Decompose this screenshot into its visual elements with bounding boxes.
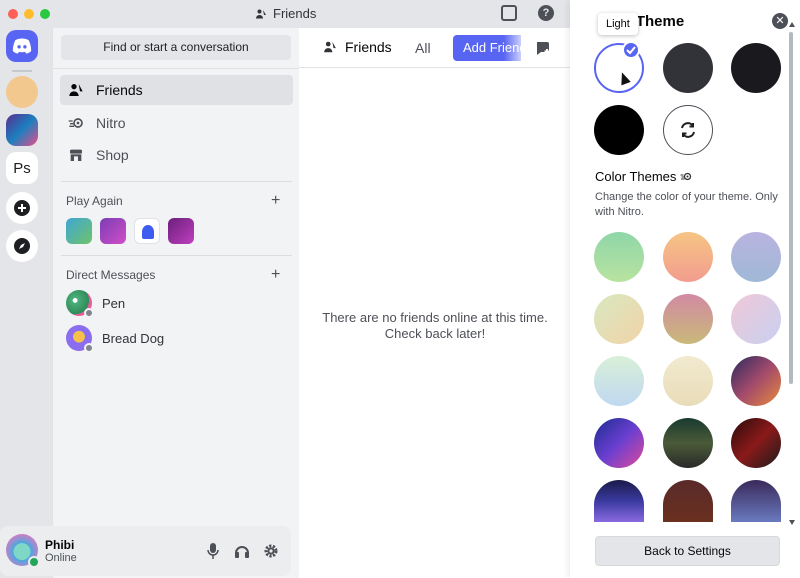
friends-icon [324, 41, 336, 53]
minimize-window-button[interactable] [24, 9, 34, 19]
window-title: Friends [255, 6, 316, 21]
theme-swatch-onyx[interactable] [594, 105, 644, 155]
color-theme-swatch[interactable] [731, 418, 781, 468]
close-window-button[interactable] [8, 9, 18, 19]
play-again-heading: Play Again [66, 194, 123, 208]
game-icon[interactable] [66, 218, 92, 244]
friends-icon [256, 9, 266, 18]
tab-all[interactable]: All [415, 40, 431, 56]
theme-swatch-ash[interactable] [663, 43, 713, 93]
theme-panel: w Theme Light ✕ Color Themes Change the … [570, 0, 800, 578]
create-dm-icon[interactable]: + [271, 267, 280, 283]
direct-messages-heading: Direct Messages [66, 268, 156, 282]
avatar [66, 325, 94, 353]
avatar [66, 290, 94, 318]
color-theme-swatch[interactable] [663, 294, 713, 344]
status-online-icon [28, 556, 40, 568]
zoom-window-button[interactable] [40, 9, 50, 19]
add-friend-button[interactable]: Add Friend [453, 35, 521, 61]
inbox-icon[interactable] [501, 5, 517, 21]
color-theme-swatch[interactable] [731, 480, 781, 522]
game-icon[interactable] [134, 218, 160, 244]
sidebar-item-shop[interactable]: Shop [60, 140, 293, 170]
headphones-icon[interactable] [233, 542, 251, 560]
ps-server-icon[interactable]: Ps [6, 152, 38, 184]
theme-tooltip: Light [598, 13, 638, 35]
check-icon [622, 41, 640, 59]
friends-header-title: Friends [323, 39, 392, 55]
color-themes-description: Change the color of your theme. Only wit… [595, 191, 778, 218]
color-theme-swatch[interactable] [594, 294, 644, 344]
color-theme-swatch[interactable] [663, 480, 713, 522]
discord-home-icon[interactable] [6, 30, 38, 62]
game-icon[interactable] [100, 218, 126, 244]
color-theme-swatch[interactable] [663, 232, 713, 282]
title-bar: Friends ? [0, 0, 570, 28]
color-theme-swatch[interactable] [663, 356, 713, 406]
close-icon[interactable]: ✕ [772, 13, 788, 29]
dm-item-pen[interactable]: Pen [60, 286, 293, 320]
shop-icon [70, 149, 82, 161]
nitro-icon [680, 172, 692, 181]
sidebar-item-nitro[interactable]: Nitro [60, 108, 293, 138]
empty-state-message: There are no friends online at this time… [322, 310, 548, 341]
color-theme-swatch[interactable] [663, 418, 713, 468]
help-icon[interactable]: ? [538, 5, 554, 21]
theme-swatch-sync[interactable] [663, 105, 713, 155]
channel-sidebar: Find or start a conversation Friends Nit… [52, 28, 300, 578]
add-server-icon[interactable] [6, 192, 38, 224]
color-theme-swatch[interactable] [594, 418, 644, 468]
settings-gear-icon[interactable] [262, 542, 280, 560]
username: Phibi [45, 538, 75, 552]
scrollbar[interactable] [789, 32, 793, 384]
divider [61, 255, 292, 256]
color-theme-swatch[interactable] [731, 294, 781, 344]
color-theme-swatch[interactable] [731, 232, 781, 282]
find-conversation-button[interactable]: Find or start a conversation [61, 35, 291, 60]
back-to-settings-button[interactable]: Back to Settings [595, 536, 780, 566]
friends-icon [69, 84, 83, 96]
main-content: Friends All Add Friend There are no frie… [299, 28, 570, 578]
sidebar-item-friends[interactable]: Friends [60, 75, 293, 105]
friends-header: Friends All Add Friend [299, 28, 570, 68]
status-offline-icon [84, 343, 94, 353]
status-offline-icon [84, 308, 94, 318]
color-theme-swatch[interactable] [731, 356, 781, 406]
window-controls [8, 9, 50, 19]
color-theme-swatch[interactable] [594, 232, 644, 282]
play-again-add-icon[interactable]: + [271, 193, 280, 209]
sync-icon [681, 122, 695, 138]
user-status: Online [45, 552, 77, 564]
recent-games [66, 218, 194, 244]
divider [53, 68, 300, 69]
game-server-icon[interactable] [6, 114, 38, 146]
new-group-dm-icon[interactable] [535, 40, 551, 56]
microphone-icon[interactable] [204, 542, 222, 560]
dm-item-bread-dog[interactable]: Bread Dog [60, 321, 293, 355]
server-rail: Ps [0, 28, 52, 578]
game-icon[interactable] [168, 218, 194, 244]
nitro-icon [68, 118, 83, 128]
color-theme-swatch[interactable] [594, 356, 644, 406]
scroll-up-arrow[interactable] [789, 22, 795, 27]
bread-server-icon[interactable] [6, 76, 38, 108]
scroll-down-arrow[interactable] [789, 520, 795, 525]
theme-swatch-dark[interactable] [731, 43, 781, 93]
explore-icon[interactable] [6, 230, 38, 262]
server-divider [12, 70, 32, 72]
divider [61, 181, 292, 182]
color-theme-swatch[interactable] [594, 480, 644, 522]
user-panel: Phibi Online [0, 526, 291, 576]
color-themes-heading: Color Themes [595, 169, 692, 184]
